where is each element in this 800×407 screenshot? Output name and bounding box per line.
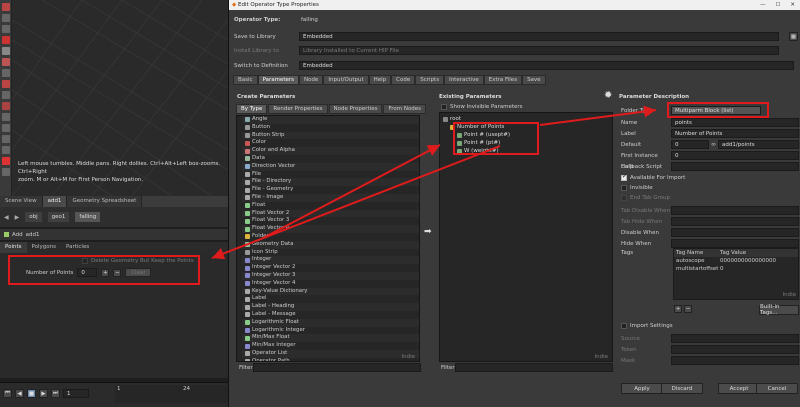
annotation-arrows bbox=[211, 105, 657, 260]
arrow-folder-to-tree bbox=[264, 144, 441, 238]
arrow-tree-to-folder-type bbox=[539, 105, 657, 126]
arrow-tree-to-node-params bbox=[211, 145, 501, 260]
